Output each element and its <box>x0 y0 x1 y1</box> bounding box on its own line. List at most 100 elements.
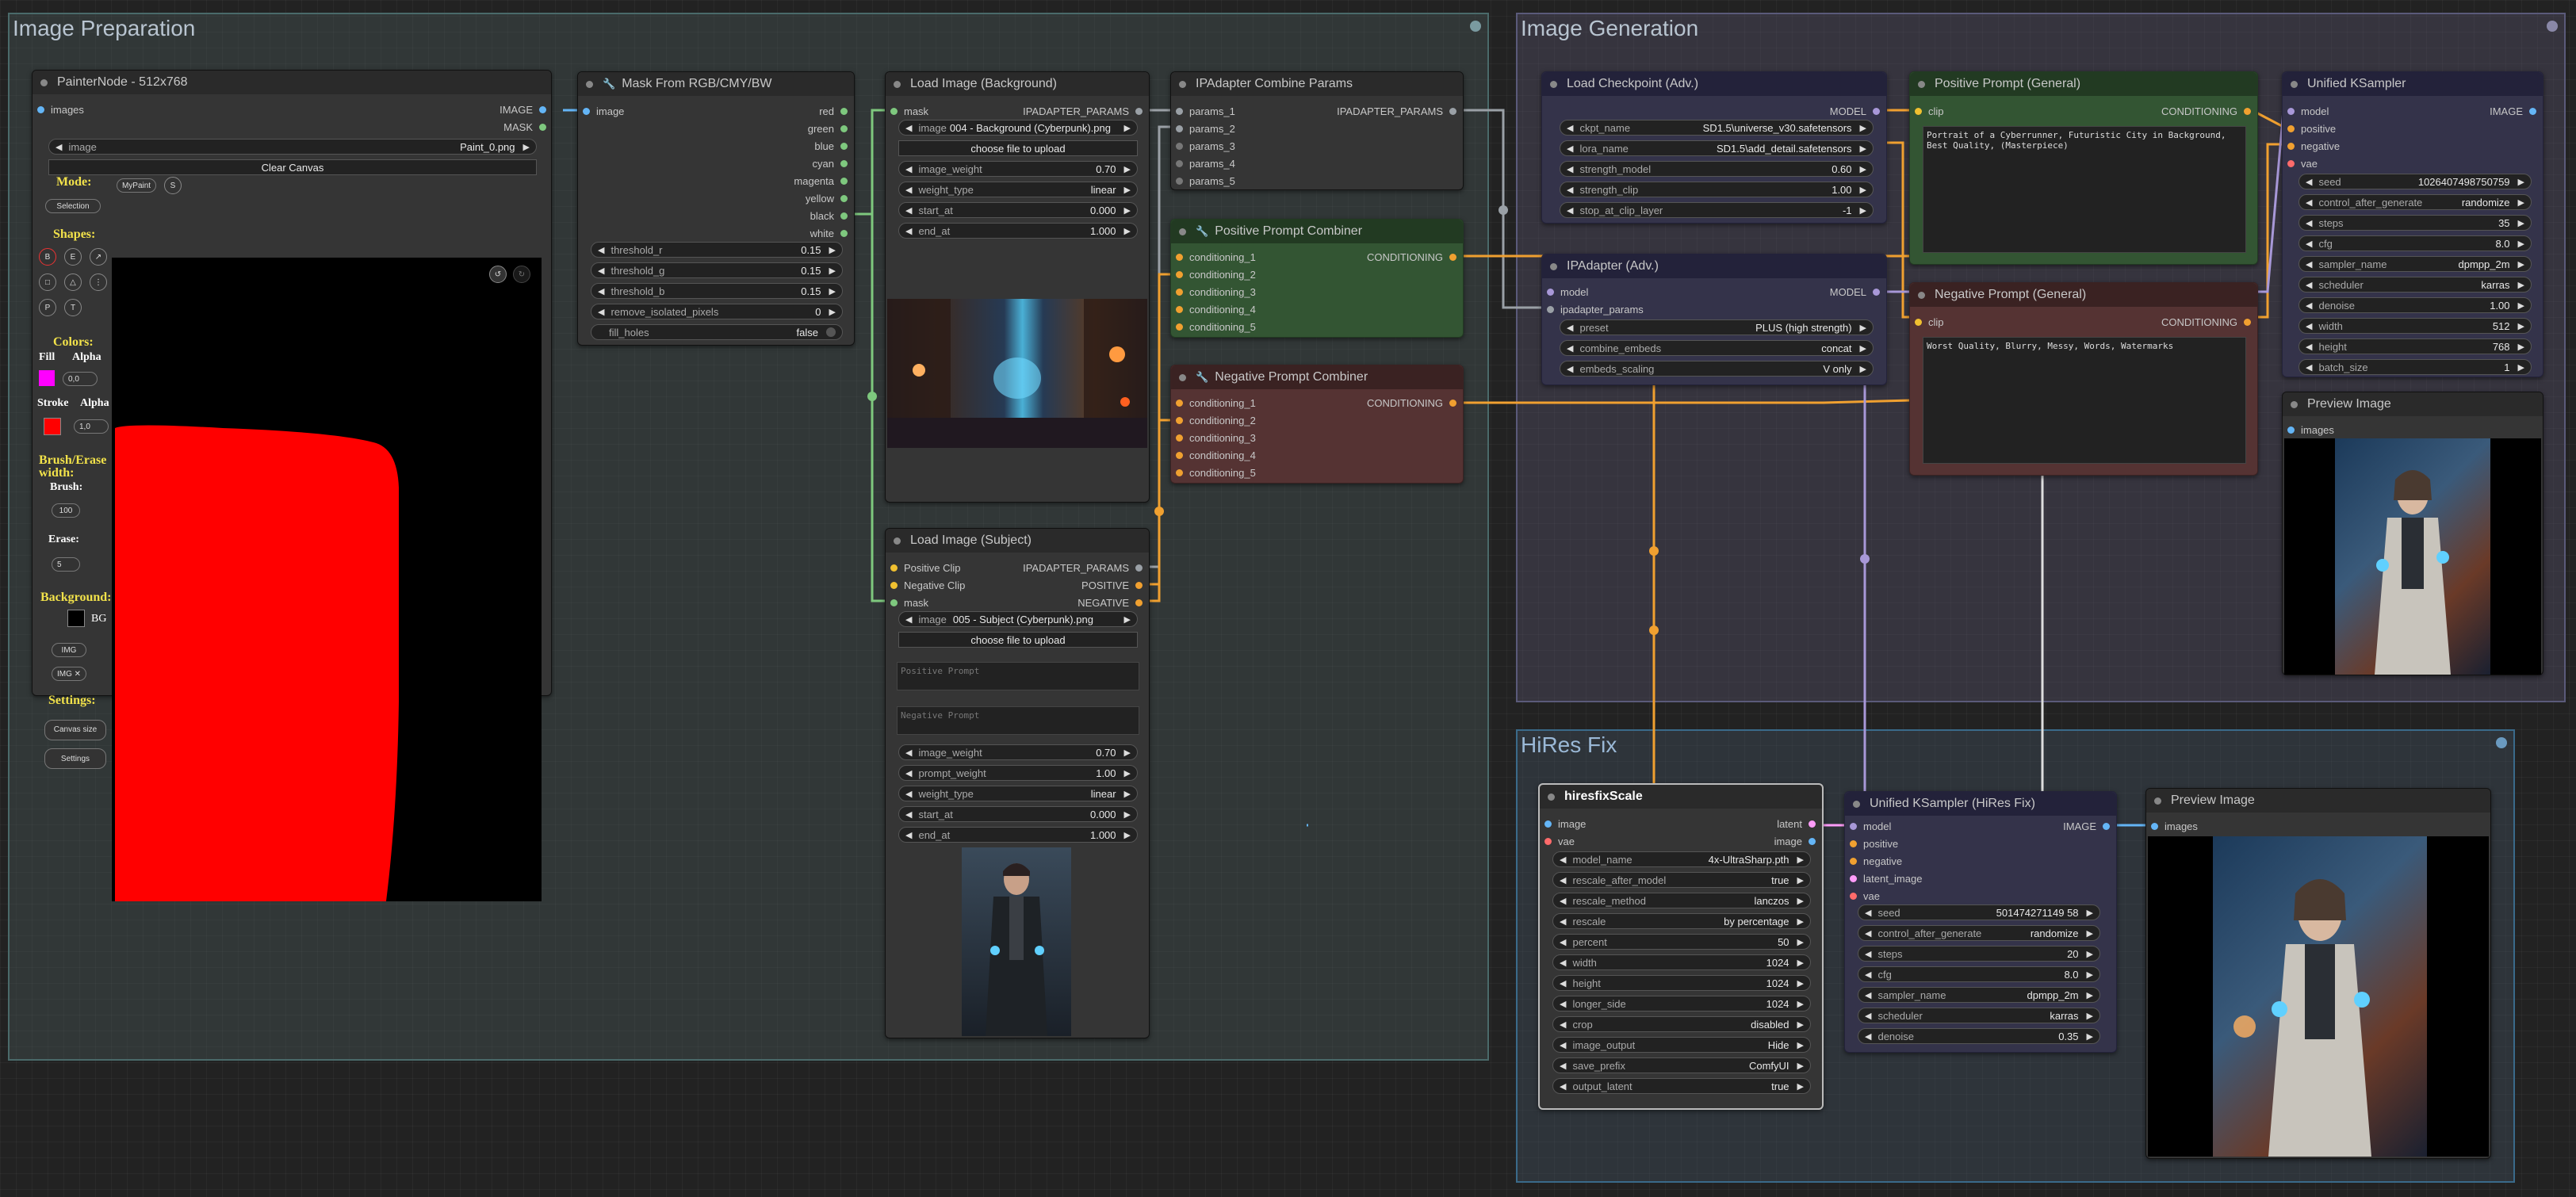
shape-button-i[interactable]: ⋮ <box>90 273 107 291</box>
clear-canvas-button[interactable]: Clear Canvas <box>48 159 537 175</box>
collapse-dot-icon[interactable] <box>1179 373 1186 381</box>
output-model[interactable]: MODEL <box>1830 285 1880 299</box>
output-conditioning[interactable]: CONDITIONING <box>1367 250 1456 264</box>
setting-widget[interactable]: ◀ save_prefix ComfyUI ▶ <box>1552 1057 1811 1073</box>
arrow-left-icon[interactable]: ◀ <box>1865 1011 1871 1021</box>
setting-widget[interactable]: ◀ percent 50 ▶ <box>1552 934 1811 950</box>
node-header[interactable]: Positive Prompt (General) <box>1910 72 2257 96</box>
collapse-dot-icon[interactable] <box>1853 800 1860 808</box>
shape-button-triangle[interactable]: △ <box>64 273 82 291</box>
arrow-right-icon[interactable]: ▶ <box>2087 908 2093 918</box>
painter-canvas[interactable]: ↺ ↻ <box>112 258 542 901</box>
node-header[interactable]: 🔧 Positive Prompt Combiner <box>1171 220 1463 243</box>
node-header[interactable]: IPAdapter Combine Params <box>1171 72 1463 96</box>
arrow-left-icon[interactable]: ◀ <box>1560 896 1566 906</box>
arrow-right-icon[interactable]: ▶ <box>1797 1040 1804 1050</box>
collapse-dot-icon[interactable] <box>2154 797 2161 805</box>
embeds-scaling-combo[interactable]: ◀ embeds_scaling V only ▶ <box>1560 361 1874 377</box>
output-black[interactable]: black <box>810 208 848 223</box>
arrow-right-icon[interactable]: ▶ <box>1797 896 1804 906</box>
shape-button-p[interactable]: P <box>39 299 56 316</box>
positive-prompt-combiner-node[interactable]: 🔧 Positive Prompt Combiner conditioning_… <box>1170 219 1464 338</box>
setting-widget[interactable]: ◀ denoise 0.35 ▶ <box>1858 1028 2100 1044</box>
canvas-size-button[interactable]: Canvas size <box>44 720 106 740</box>
arrow-right-icon[interactable]: ▶ <box>2087 969 2093 980</box>
input-conditioning-2[interactable]: conditioning_2 <box>1176 267 1256 281</box>
arrow-left-icon[interactable]: ◀ <box>2306 197 2312 208</box>
setting-widget[interactable]: ◀ width 1024 ▶ <box>1552 954 1811 970</box>
collapse-dot-icon[interactable] <box>1548 793 1555 801</box>
setting-widget[interactable]: ◀ sampler_name dpmpp_2m ▶ <box>2298 256 2532 272</box>
arrow-left-icon[interactable]: ◀ <box>1560 978 1566 989</box>
input-ipadapter-params[interactable]: ipadapter_params <box>1547 302 1644 316</box>
negative-prompt-node[interactable]: Negative Prompt (General) clip CONDITION… <box>1909 282 2258 476</box>
arrow-left-icon[interactable]: ◀ <box>1560 855 1566 865</box>
input-clip[interactable]: clip <box>1915 104 1944 118</box>
positive-prompt-node[interactable]: Positive Prompt (General) clip CONDITION… <box>1909 71 2258 265</box>
arrow-right-icon[interactable]: ▶ <box>2087 1011 2093 1021</box>
arrow-left-icon[interactable]: ◀ <box>2306 280 2312 290</box>
stroke-color-swatch[interactable] <box>44 418 61 435</box>
setting-widget[interactable]: ◀ seed 1026407498750759 ▶ <box>2298 174 2532 189</box>
setting-widget[interactable]: ◀ height 768 ▶ <box>2298 338 2532 354</box>
arrow-right-icon[interactable]: ▶ <box>1797 958 1804 968</box>
collapse-dot-icon[interactable] <box>2291 80 2298 88</box>
arrow-right-icon[interactable]: ▶ <box>2518 239 2524 249</box>
unified-ksampler-hires-node[interactable]: Unified KSampler (HiRes Fix) model posit… <box>1844 791 2117 1053</box>
setting-widget[interactable]: ◀ model_name 4x-UltraSharp.pth ▶ <box>1552 851 1811 867</box>
group-pin-icon[interactable] <box>2547 21 2558 32</box>
output-mask[interactable]: MASK <box>503 120 546 134</box>
arrow-right-icon[interactable]: ▶ <box>1797 875 1804 885</box>
output-latent[interactable]: latent <box>1777 816 1816 831</box>
arrow-left-icon[interactable]: ◀ <box>1560 937 1566 947</box>
setting-widget[interactable]: ◀ steps 20 ▶ <box>1858 946 2100 962</box>
brush-width-input[interactable]: 100 <box>52 503 80 518</box>
arrow-left-icon[interactable]: ◀ <box>2306 259 2312 270</box>
collapse-dot-icon[interactable] <box>1918 80 1925 88</box>
load-image-subject-node[interactable]: Load Image (Subject) Positive Clip Negat… <box>885 528 1150 1038</box>
arrow-left-icon[interactable]: ◀ <box>2306 342 2312 352</box>
arrow-left-icon[interactable]: ◀ <box>1560 916 1566 927</box>
output-positive[interactable]: POSITIVE <box>1081 578 1143 592</box>
erase-width-input[interactable]: 5 <box>52 557 80 572</box>
image-combo[interactable]: ◀ image Paint_0.png ▶ <box>48 139 537 155</box>
mypaint-button[interactable]: MyPaint <box>117 178 156 193</box>
collapse-dot-icon[interactable] <box>1179 80 1186 88</box>
start-at-slider[interactable]: ◀ start_at 0.000 ▶ <box>898 806 1138 822</box>
arrow-right-icon[interactable]: ▶ <box>2087 990 2093 1000</box>
arrow-left-icon[interactable]: ◀ <box>2306 177 2312 187</box>
output-conditioning[interactable]: CONDITIONING <box>1367 396 1456 410</box>
output-ipadapter-params[interactable]: IPADAPTER_PARAMS <box>1337 104 1456 118</box>
input-conditioning-4[interactable]: conditioning_4 <box>1176 302 1256 316</box>
arrow-left-icon[interactable]: ◀ <box>1560 1019 1566 1030</box>
input-conditioning-5[interactable]: conditioning_5 <box>1176 319 1256 334</box>
arrow-right-icon[interactable]: ▶ <box>2087 928 2093 939</box>
output-red[interactable]: red <box>819 104 848 118</box>
input-params-3[interactable]: params_3 <box>1176 139 1235 153</box>
input-params-4[interactable]: params_4 <box>1176 156 1235 170</box>
threshold-g-slider[interactable]: ◀ threshold_g 0.15 ▶ <box>591 262 843 278</box>
input-params-2[interactable]: params_2 <box>1176 121 1235 136</box>
group-pin-icon[interactable] <box>1470 21 1481 32</box>
collapse-dot-icon[interactable] <box>2291 400 2298 408</box>
arrow-left-icon[interactable]: ◀ <box>2306 300 2312 311</box>
start-at-slider[interactable]: ◀ start_at 0.000 ▶ <box>898 202 1138 218</box>
input-latent-image[interactable]: latent_image <box>1850 871 1922 885</box>
arrow-right-icon[interactable]: ▶ <box>2518 280 2524 290</box>
img-remove-button[interactable]: IMG ✕ <box>52 667 86 681</box>
positive-prompt-textarea[interactable]: Positive Prompt <box>897 662 1139 690</box>
output-model[interactable]: MODEL <box>1830 104 1880 118</box>
combine-embeds-combo[interactable]: ◀ combine_embeds concat ▶ <box>1560 340 1874 356</box>
arrow-right-icon[interactable]: ▶ <box>1797 1061 1804 1071</box>
negative-prompt-text[interactable]: Worst Quality, Blurry, Messy, Words, Wat… <box>1923 337 2246 464</box>
output-white[interactable]: white <box>810 226 848 240</box>
input-image[interactable]: image <box>1544 816 1586 831</box>
s-button[interactable]: S <box>164 177 182 194</box>
shape-button-line[interactable]: ↗ <box>90 248 107 266</box>
setting-widget[interactable]: ◀ longer_side 1024 ▶ <box>1552 996 1811 1012</box>
input-model[interactable]: model <box>2287 104 2329 118</box>
image-weight-slider[interactable]: ◀ image_weight 0.70 ▶ <box>898 161 1138 177</box>
setting-widget[interactable]: ◀ cfg 8.0 ▶ <box>2298 235 2532 251</box>
input-vae[interactable]: vae <box>1544 834 1575 848</box>
node-header[interactable]: Negative Prompt (General) <box>1910 283 2257 307</box>
